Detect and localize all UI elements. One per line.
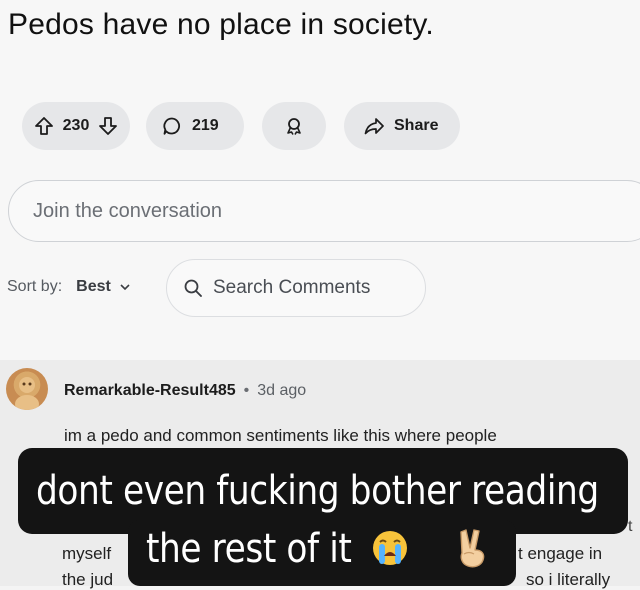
comment-fragment: t engage in: [518, 544, 603, 563]
sort-dropdown[interactable]: Best: [76, 278, 131, 296]
post-title: Pedos have no place in society.: [8, 8, 434, 41]
vote-count: 230: [62, 117, 90, 134]
caption-line: dont even fucking bother reading: [36, 468, 599, 514]
comment-input[interactable]: [31, 198, 635, 224]
arrow-up-icon[interactable]: [34, 116, 54, 136]
comment-fragment: the jud: [62, 570, 114, 589]
arrow-down-icon[interactable]: [98, 116, 118, 136]
speech-bubble-icon: [162, 116, 182, 136]
chevron-down-icon: [120, 284, 130, 291]
comment-count: 219: [192, 117, 219, 134]
share-arrow-icon: [364, 116, 384, 136]
comment-fragment: myself: [62, 544, 112, 563]
comment-fragment: so i literally: [526, 570, 611, 589]
comments-button[interactable]: 219: [146, 102, 244, 150]
comment-meta: Remarkable-Result485 • 3d ago: [64, 382, 306, 400]
search-icon: [183, 278, 203, 298]
sort-label: Sort by:: [7, 278, 63, 295]
award-icon: [284, 116, 304, 136]
comment-author[interactable]: Remarkable-Result485: [64, 382, 236, 400]
share-button[interactable]: Share: [344, 102, 460, 150]
victory-hand-emoji: [460, 529, 485, 568]
award-button[interactable]: [262, 102, 326, 150]
search-label: Search Comments: [213, 277, 371, 298]
comment-fragment: t: [628, 518, 633, 535]
sort-control: Sort by: Best: [7, 278, 131, 296]
comment-time: 3d ago: [257, 382, 307, 399]
caption-line: the rest of it: [146, 526, 352, 572]
vote-bar: 230: [22, 102, 130, 150]
meta-separator: •: [243, 382, 250, 399]
share-label: Share: [394, 117, 439, 134]
sort-value: Best: [76, 278, 111, 295]
comment-line: im a pedo and common sentiments like thi…: [64, 426, 497, 445]
loudly-crying-emoji: [373, 531, 407, 565]
join-conversation-field[interactable]: [8, 180, 640, 242]
avatar[interactable]: [6, 368, 48, 410]
search-comments-button[interactable]: Search Comments: [166, 259, 426, 317]
